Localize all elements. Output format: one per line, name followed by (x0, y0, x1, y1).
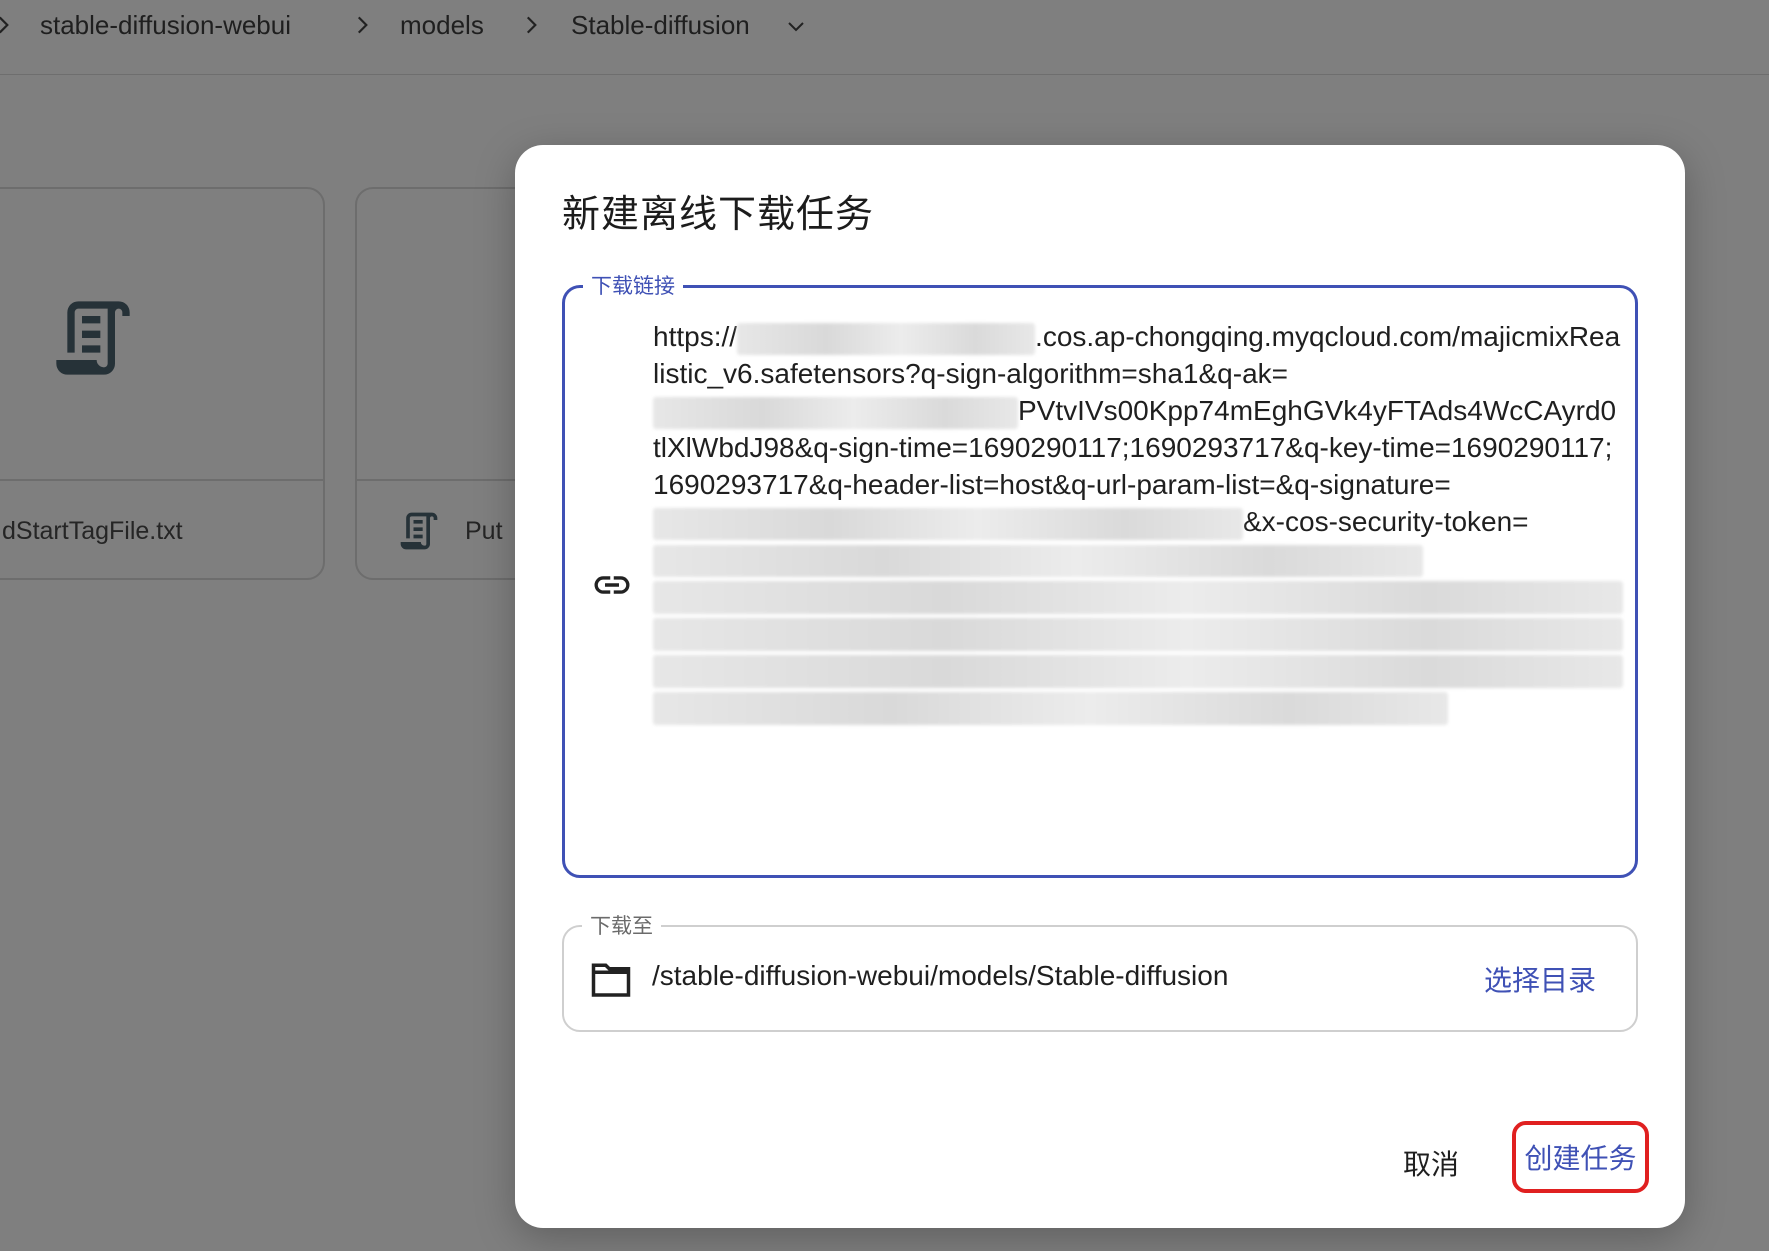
breadcrumb-item-current[interactable]: Stable-diffusion (571, 10, 750, 41)
breadcrumb-item[interactable]: stable-diffusion-webui (40, 10, 291, 41)
file-name: Put (465, 517, 503, 545)
chevron-right-icon (518, 12, 544, 38)
file-name: dStartTagFile.txt (2, 517, 183, 545)
download-url-input[interactable]: https://.cos.ap-chongqing.myqcloud.com/m… (653, 318, 1623, 729)
redacted-blur (653, 507, 1243, 540)
choose-directory-button[interactable]: 选择目录 (1484, 959, 1596, 999)
redacted-blur (653, 655, 1623, 688)
cancel-button[interactable]: 取消 (1403, 1143, 1459, 1183)
chevron-right-icon (349, 12, 375, 38)
destination-path: /stable-diffusion-webui/models/Stable-di… (652, 960, 1229, 991)
url-field-label: 下载链接 (583, 270, 683, 300)
url-text-segment: &x-cos-security-token= (1243, 506, 1529, 537)
file-card[interactable]: dStartTagFile.txt (0, 187, 325, 580)
redacted-blur (653, 544, 1423, 577)
redacted-blur (653, 618, 1623, 651)
page: stable-diffusion-webui models Stable-dif… (0, 0, 1769, 1251)
script-file-icon (397, 509, 441, 553)
breadcrumb-item[interactable]: models (400, 10, 484, 41)
chevron-right-icon (0, 12, 16, 38)
download-url-field[interactable]: 下载链接 https://.cos.ap-chongqing.myqcloud.… (562, 270, 1638, 878)
redacted-blur (653, 396, 1018, 429)
breadcrumb: stable-diffusion-webui models Stable-dif… (0, 0, 1769, 75)
offline-download-dialog: 新建离线下载任务 下载链接 https://.cos.ap-chongqing.… (515, 145, 1685, 1228)
create-task-button[interactable]: 创建任务 (1512, 1121, 1649, 1193)
dest-field-label: 下载至 (582, 910, 661, 940)
card-divider (0, 479, 323, 481)
redacted-blur (653, 692, 1449, 725)
chevron-down-icon[interactable] (784, 14, 808, 38)
link-icon (591, 564, 633, 606)
redacted-blur (653, 581, 1623, 614)
script-file-icon (49, 294, 137, 382)
redacted-blur (737, 322, 1036, 355)
url-text-segment: https:// (653, 321, 738, 352)
folder-icon (590, 960, 632, 998)
download-destination-field: 下载至 /stable-diffusion-webui/models/Stabl… (562, 910, 1638, 1032)
dialog-title: 新建离线下载任务 (562, 194, 875, 236)
